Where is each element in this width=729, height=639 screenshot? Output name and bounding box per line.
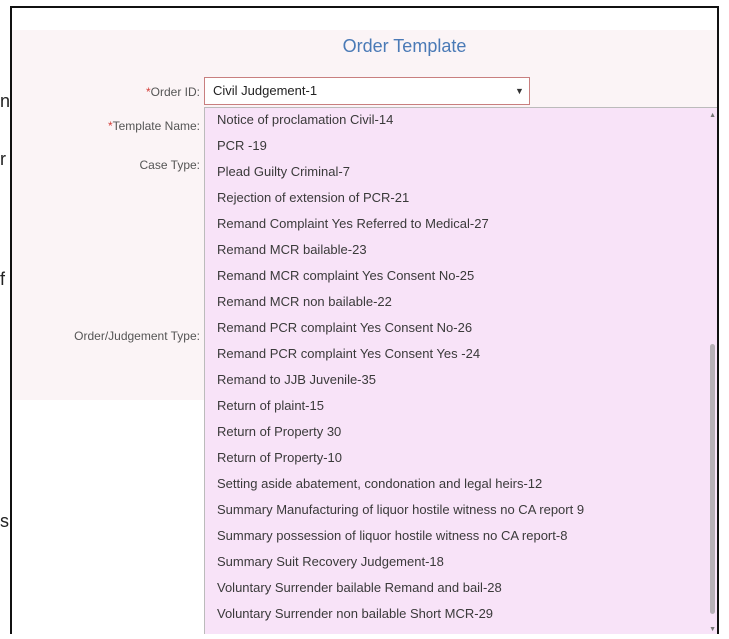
edge-text-fragment: s — [0, 511, 9, 531]
edge-text-fragment: n — [0, 91, 11, 111]
dropdown-option[interactable]: Notice of proclamation Civil-14 — [217, 112, 393, 128]
dropdown-option[interactable]: Return of Property-10 — [217, 450, 342, 466]
order-id-dropdown-list[interactable]: Notice of proclamation Civil-14 PCR -19 Pl… — [204, 107, 717, 634]
chevron-down-icon[interactable]: ▼ — [515, 78, 524, 104]
dropdown-option[interactable]: Plead Guilty Criminal-7 — [217, 164, 350, 180]
dropdown-option[interactable]: Remand MCR non bailable-22 — [217, 294, 392, 310]
scroll-up-icon[interactable]: ▲ — [709, 112, 716, 119]
case-type-label: Case Type: — [139, 158, 200, 172]
dropdown-option[interactable]: Remand to JJB Juvenile-35 — [217, 372, 376, 388]
dropdown-option[interactable]: Return of Property 30 — [217, 424, 341, 440]
order-id-label-text: Order ID: — [150, 85, 200, 99]
order-id-label: *Order ID: — [92, 85, 200, 99]
edge-text-fragment: r — [0, 149, 6, 169]
scroll-down-icon[interactable]: ▼ — [709, 626, 716, 633]
order-template-panel: Order Template *Order ID: *Template Name… — [10, 6, 719, 634]
template-name-label: *Template Name: — [52, 119, 200, 133]
dropdown-option[interactable]: Remand Complaint Yes Referred to Medical… — [217, 216, 489, 232]
order-id-selected-value: Civil Judgement-1 — [213, 83, 318, 98]
dropdown-option[interactable]: Summary Manufacturing of liquor hostile … — [217, 502, 584, 518]
order-id-select[interactable]: Civil Judgement-1 ▼ — [204, 77, 530, 105]
judgement-type-label: Order/Judgement Type: — [74, 329, 200, 343]
dropdown-option[interactable]: Remand MCR bailable-23 — [217, 242, 367, 258]
dropdown-option[interactable]: Setting aside abatement, condonation and… — [217, 476, 542, 492]
dropdown-option[interactable]: PCR -19 — [217, 138, 267, 154]
dropdown-option[interactable]: Summary Suit Recovery Judgement-18 — [217, 554, 444, 570]
dropdown-option[interactable]: Rejection of extension of PCR-21 — [217, 190, 409, 206]
edge-text-fragment: f — [0, 269, 6, 289]
page-title: Order Template — [342, 36, 467, 56]
dropdown-option[interactable]: Voluntary Surrender bailable Remand and … — [217, 580, 502, 596]
dropdown-scrollbar[interactable]: ▲ ▼ — [706, 108, 717, 634]
dropdown-option[interactable]: Remand PCR complaint Yes Consent Yes -24 — [217, 346, 480, 362]
scrollbar-thumb[interactable] — [710, 344, 715, 614]
template-name-label-text: Template Name: — [112, 119, 200, 133]
dropdown-option[interactable]: Return of plaint-15 — [217, 398, 324, 414]
dropdown-option[interactable]: Remand MCR complaint Yes Consent No-25 — [217, 268, 474, 284]
dropdown-option[interactable]: Summary possession of liquor hostile wit… — [217, 528, 567, 544]
dropdown-option[interactable]: Voluntary Surrender non bailable Short M… — [217, 606, 493, 622]
dropdown-option[interactable]: Remand PCR complaint Yes Consent No-26 — [217, 320, 472, 336]
